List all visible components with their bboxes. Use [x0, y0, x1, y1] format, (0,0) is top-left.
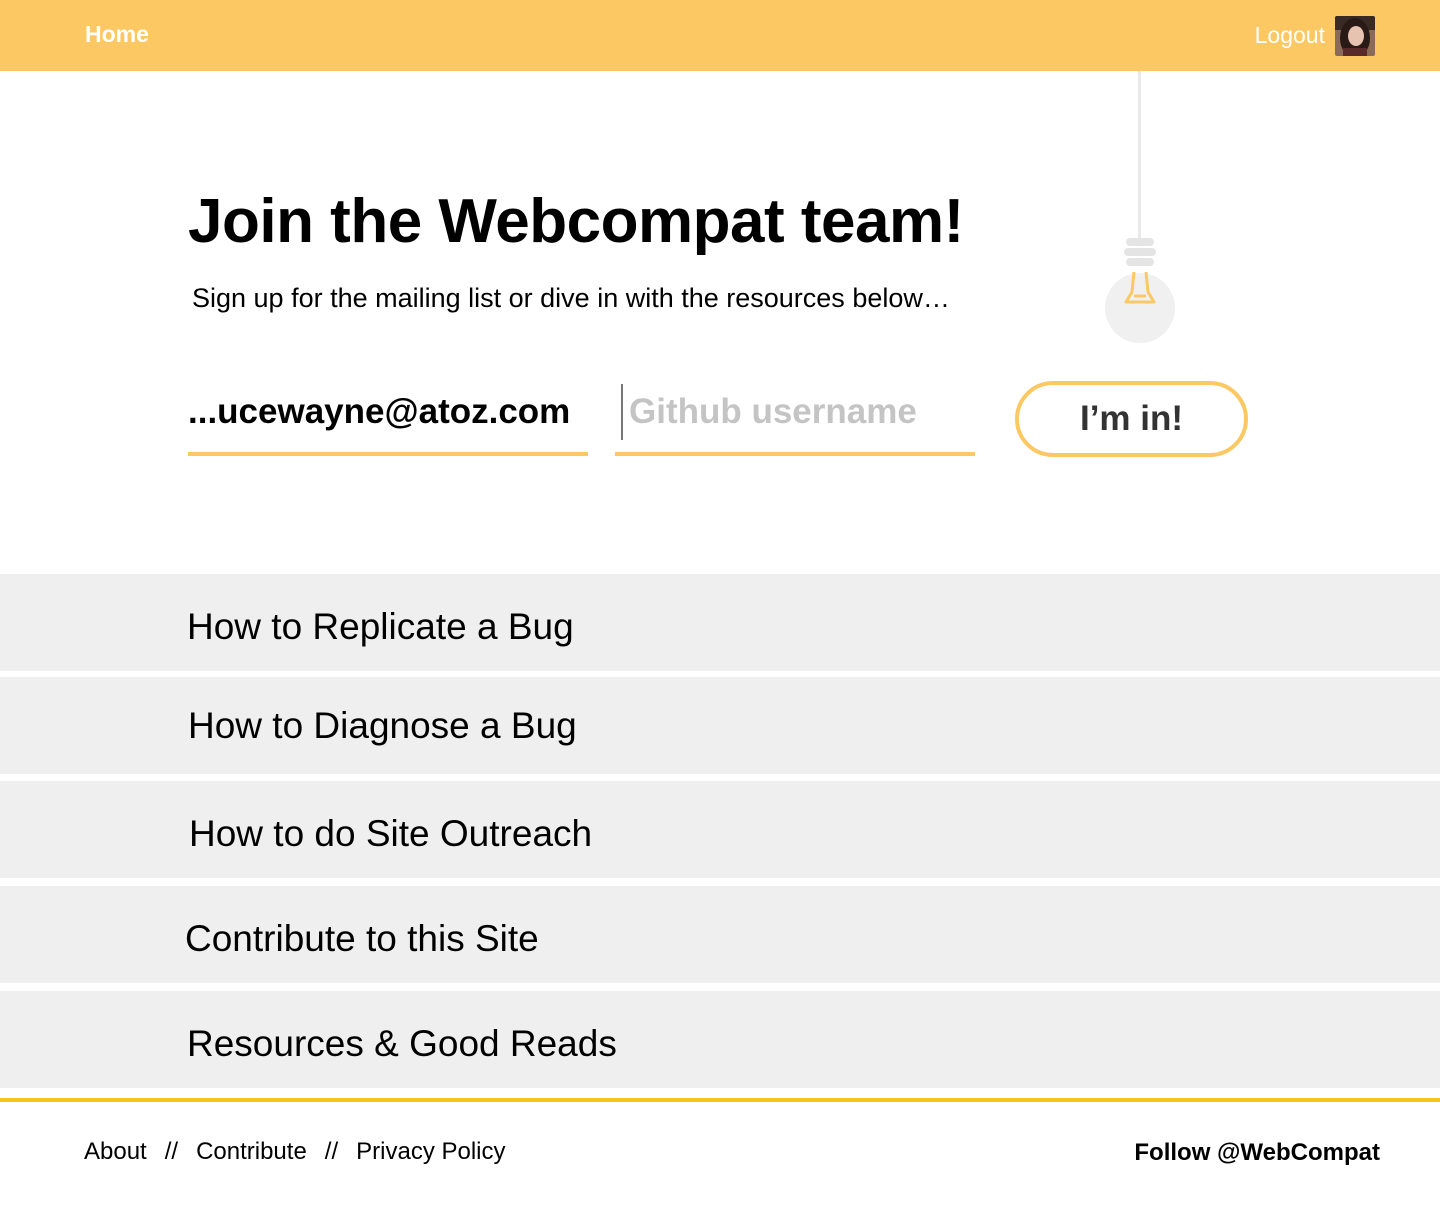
email-field[interactable]: [188, 384, 588, 456]
footer-separator: //: [164, 1138, 179, 1165]
follow-twitter-link[interactable]: Follow @WebCompat: [1134, 1139, 1380, 1167]
page-subtitle: Sign up for the mailing list or dive in …: [192, 283, 950, 313]
footer-separator: //: [324, 1138, 339, 1165]
footer-privacy-link[interactable]: Privacy Policy: [356, 1138, 505, 1165]
resource-item-label: How to Diagnose a Bug: [188, 705, 577, 746]
join-button[interactable]: I’m in!: [1015, 381, 1248, 457]
footer-divider: [0, 1098, 1440, 1102]
page-title: Join the Webcompat team!: [188, 187, 964, 256]
resource-item-label: How to Replicate a Bug: [187, 606, 574, 647]
top-nav-bar: Home Logout: [0, 0, 1440, 71]
footer-about-link[interactable]: About: [84, 1138, 147, 1165]
resource-item-diagnose[interactable]: How to Diagnose a Bug: [0, 677, 1440, 774]
footer-links: About // Contribute // Privacy Policy: [84, 1138, 506, 1166]
resource-item-contribute[interactable]: Contribute to this Site: [0, 886, 1440, 983]
home-link[interactable]: Home: [85, 21, 149, 48]
footer-contribute-link[interactable]: Contribute: [196, 1138, 307, 1165]
resource-item-label: Contribute to this Site: [185, 918, 539, 959]
avatar[interactable]: [1335, 16, 1375, 56]
resource-item-replicate[interactable]: How to Replicate a Bug: [0, 574, 1440, 671]
github-username-field[interactable]: [615, 384, 975, 456]
resource-item-label: Resources & Good Reads: [187, 1023, 617, 1064]
text-cursor: [621, 384, 623, 440]
lightbulb-icon: [1100, 232, 1180, 347]
resource-item-outreach[interactable]: How to do Site Outreach: [0, 781, 1440, 878]
lightbulb-wire: [1138, 71, 1141, 239]
logout-link[interactable]: Logout: [1255, 22, 1325, 49]
resource-item-good-reads[interactable]: Resources & Good Reads: [0, 991, 1440, 1088]
resource-item-label: How to do Site Outreach: [189, 813, 593, 854]
